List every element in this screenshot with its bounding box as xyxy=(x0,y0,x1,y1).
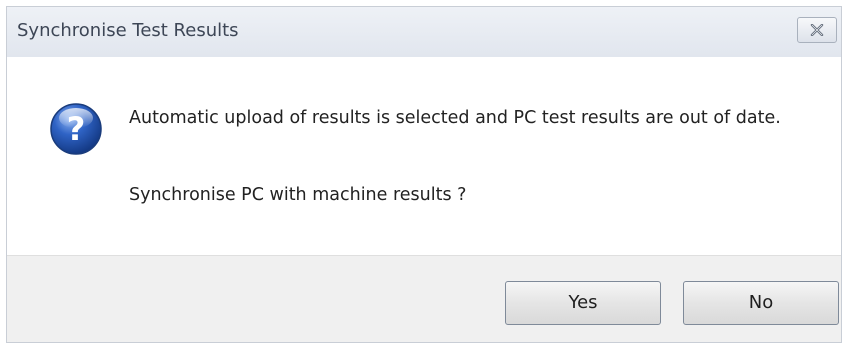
title-bar: Synchronise Test Results xyxy=(7,7,841,57)
yes-button[interactable]: Yes xyxy=(505,281,661,325)
message-text: Automatic upload of results is selected … xyxy=(129,108,781,128)
prompt-text: Synchronise PC with machine results ? xyxy=(129,185,467,205)
close-button[interactable] xyxy=(797,17,837,43)
dialog-title: Synchronise Test Results xyxy=(17,20,239,41)
close-icon xyxy=(810,24,824,36)
button-bar: Yes No xyxy=(7,255,841,342)
dialog-content: ? Automatic upload of results is selecte… xyxy=(7,57,841,255)
question-icon: ? xyxy=(50,103,102,155)
synchronise-dialog: Synchronise Test Results ? Automatic upl… xyxy=(6,6,842,343)
no-button[interactable]: No xyxy=(683,281,839,325)
svg-text:?: ? xyxy=(67,110,86,148)
